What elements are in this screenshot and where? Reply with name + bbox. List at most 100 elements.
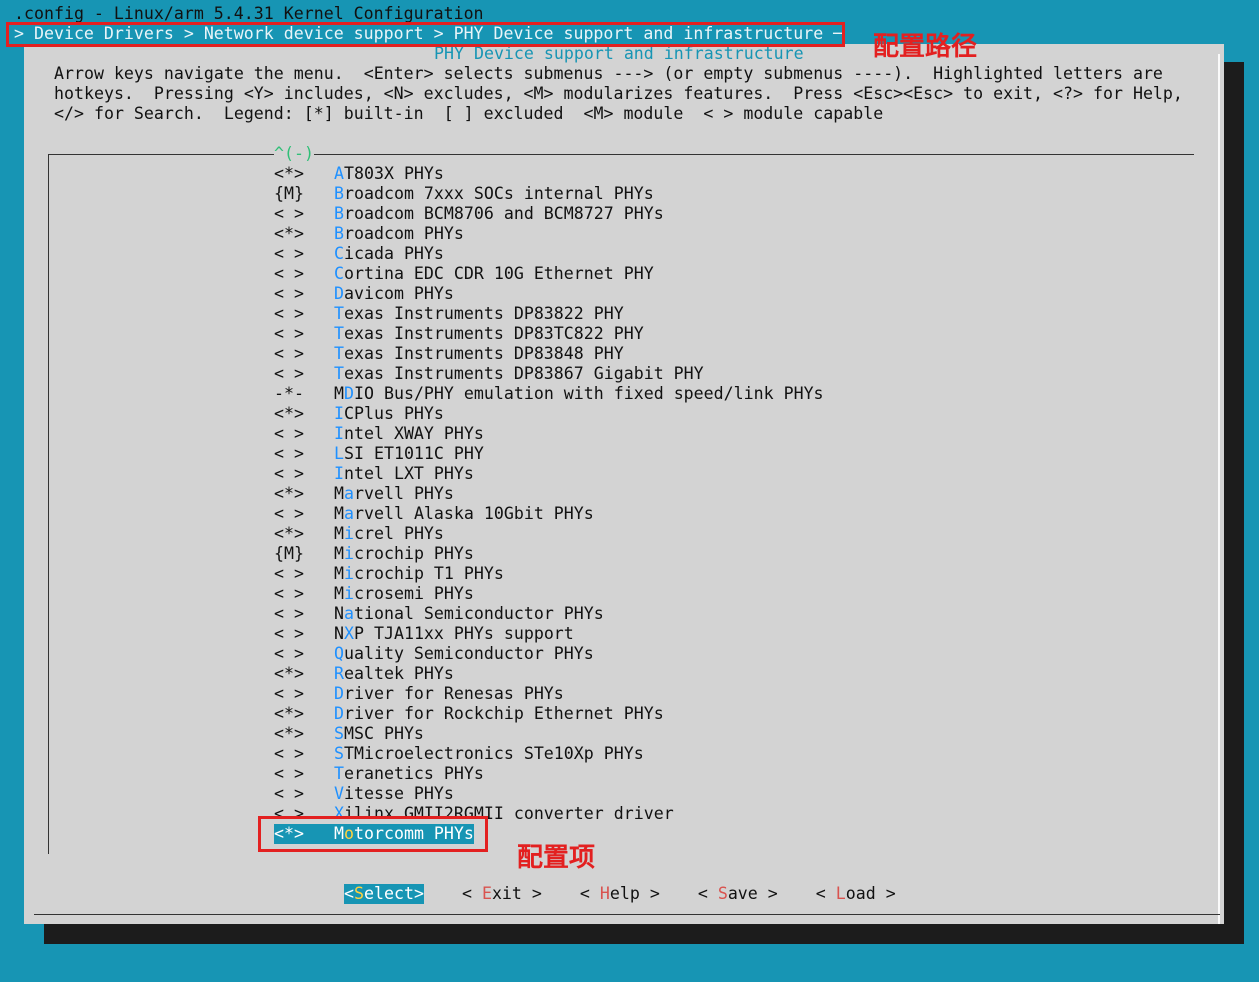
menu-item-hotkey: T bbox=[334, 344, 344, 363]
menu-item-state[interactable]: < > bbox=[274, 784, 334, 804]
menu-item[interactable]: <*> AT803X PHYs bbox=[274, 164, 444, 184]
menu-item-label-rest: itesse PHYs bbox=[344, 784, 454, 803]
menu-item-state[interactable]: <*> bbox=[274, 824, 334, 844]
menu-item-state[interactable]: < > bbox=[274, 624, 334, 644]
menu-item-label-prefix: N bbox=[334, 624, 344, 643]
menu-item-hotkey: B bbox=[334, 224, 344, 243]
menu-item-state[interactable]: < > bbox=[274, 564, 334, 584]
menu-item-label: Broadcom 7xxx SOCs internal PHYs bbox=[334, 184, 654, 203]
menu-item-label: NXP TJA11xx PHYs support bbox=[334, 624, 574, 643]
menu-item[interactable]: < > Microsemi PHYs bbox=[274, 584, 474, 604]
menu-item-hotkey: i bbox=[344, 584, 354, 603]
menu-item-state[interactable]: < > bbox=[274, 264, 334, 284]
menu-item[interactable]: < > Broadcom BCM8706 and BCM8727 PHYs bbox=[274, 204, 664, 224]
menu-item[interactable]: < > Intel XWAY PHYs bbox=[274, 424, 484, 444]
menu-item-label: STMicroelectronics STe10Xp PHYs bbox=[334, 744, 644, 763]
save-button[interactable]: < Save > bbox=[698, 884, 778, 904]
exit-button[interactable]: < Exit > bbox=[462, 884, 542, 904]
menu-item[interactable]: < > NXP TJA11xx PHYs support bbox=[274, 624, 574, 644]
scroll-up-indicator[interactable]: ^(-) bbox=[274, 144, 314, 164]
menu-item[interactable]: < > STMicroelectronics STe10Xp PHYs bbox=[274, 744, 644, 764]
menu-item-state[interactable]: < > bbox=[274, 284, 334, 304]
button-hotkey: L bbox=[835, 884, 846, 903]
menu-item[interactable]: {M} Broadcom 7xxx SOCs internal PHYs bbox=[274, 184, 654, 204]
menu-item-state[interactable]: <*> bbox=[274, 704, 334, 724]
menu-item-hotkey: o bbox=[344, 824, 354, 843]
menu-item[interactable]: <*> Driver for Rockchip Ethernet PHYs bbox=[274, 704, 664, 724]
menu-item-state[interactable]: < > bbox=[274, 324, 334, 344]
menu-item-state[interactable]: < > bbox=[274, 584, 334, 604]
menu-item-state[interactable]: < > bbox=[274, 504, 334, 524]
menu-item-state[interactable]: < > bbox=[274, 644, 334, 664]
menu-item[interactable]: < > Davicom PHYs bbox=[274, 284, 454, 304]
menu-item[interactable]: < > Vitesse PHYs bbox=[274, 784, 454, 804]
menu-item-label-rest: roadcom PHYs bbox=[344, 224, 464, 243]
menu-item-state[interactable]: < > bbox=[274, 304, 334, 324]
menu-item-label-rest: ilinx GMII2RGMII converter driver bbox=[344, 804, 674, 823]
menu-item-label-rest: roadcom 7xxx SOCs internal PHYs bbox=[344, 184, 654, 203]
menu-item[interactable]: < > Texas Instruments DP83822 PHY bbox=[274, 304, 624, 324]
menu-item-state[interactable]: < > bbox=[274, 244, 334, 264]
help-button[interactable]: < Help > bbox=[580, 884, 660, 904]
menu-item-state[interactable]: {M} bbox=[274, 184, 334, 204]
menu-item-label: Davicom PHYs bbox=[334, 284, 454, 303]
menu-item-hotkey: C bbox=[334, 244, 344, 263]
menu-item-state[interactable]: <*> bbox=[274, 524, 334, 544]
menu-item[interactable]: < > Driver for Renesas PHYs bbox=[274, 684, 564, 704]
menu-item[interactable]: < > Texas Instruments DP83867 Gigabit PHY bbox=[274, 364, 704, 384]
menu-item-state[interactable]: <*> bbox=[274, 164, 334, 184]
menu-item-label-prefix: M bbox=[334, 824, 344, 843]
menu-item[interactable]: <*> Broadcom PHYs bbox=[274, 224, 464, 244]
menu-item-state[interactable]: < > bbox=[274, 684, 334, 704]
menu-item[interactable]: <*> Micrel PHYs bbox=[274, 524, 444, 544]
menu-item-selected[interactable]: <*> Motorcomm PHYs bbox=[274, 824, 474, 844]
menu-item[interactable]: <*> Realtek PHYs bbox=[274, 664, 454, 684]
menu-item[interactable]: < > Cicada PHYs bbox=[274, 244, 444, 264]
menu-item-hotkey: Q bbox=[334, 644, 344, 663]
menu-item-state[interactable]: < > bbox=[274, 204, 334, 224]
menu-item[interactable]: <*> ICPlus PHYs bbox=[274, 404, 444, 424]
menu-item[interactable]: {M} Microchip PHYs bbox=[274, 544, 474, 564]
menu-item-label: Intel LXT PHYs bbox=[334, 464, 474, 483]
menu-item-label-rest: exas Instruments DP83TC822 PHY bbox=[344, 324, 644, 343]
menu-item[interactable]: < > National Semiconductor PHYs bbox=[274, 604, 604, 624]
menu-item-state[interactable]: < > bbox=[274, 604, 334, 624]
menu-item-label: Teranetics PHYs bbox=[334, 764, 484, 783]
menu-item[interactable]: < > LSI ET1011C PHY bbox=[274, 444, 484, 464]
menu-item-state[interactable]: <*> bbox=[274, 484, 334, 504]
menu-item-state[interactable]: < > bbox=[274, 464, 334, 484]
menu-item-label-rest: crochip T1 PHYs bbox=[354, 564, 504, 583]
menu-item-state[interactable]: < > bbox=[274, 364, 334, 384]
menu-item-state[interactable]: <*> bbox=[274, 224, 334, 244]
menu-item-label: SMSC PHYs bbox=[334, 724, 424, 743]
menu-item-label: MDIO Bus/PHY emulation with fixed speed/… bbox=[334, 384, 824, 403]
menu-item-state[interactable]: < > bbox=[274, 444, 334, 464]
menu-item[interactable]: -*- MDIO Bus/PHY emulation with fixed spe… bbox=[274, 384, 824, 404]
menu-item-state[interactable]: -*- bbox=[274, 384, 334, 404]
menu-item-hotkey: a bbox=[344, 604, 354, 623]
menu-item-state[interactable]: < > bbox=[274, 764, 334, 784]
menu-item[interactable]: < > Texas Instruments DP83848 PHY bbox=[274, 344, 624, 364]
menu-item[interactable]: < > Marvell Alaska 10Gbit PHYs bbox=[274, 504, 594, 524]
menu-item-label: Microchip PHYs bbox=[334, 544, 474, 563]
menu-item[interactable]: < > Texas Instruments DP83TC822 PHY bbox=[274, 324, 644, 344]
menu-item-state[interactable]: <*> bbox=[274, 724, 334, 744]
select-button[interactable]: <Select> bbox=[344, 884, 424, 904]
menu-item[interactable]: < > Xilinx GMII2RGMII converter driver bbox=[274, 804, 674, 824]
menu-item[interactable]: <*> SMSC PHYs bbox=[274, 724, 424, 744]
button-bracket: < bbox=[579, 884, 600, 903]
menu-item[interactable]: < > Intel LXT PHYs bbox=[274, 464, 474, 484]
menu-item[interactable]: < > Cortina EDC CDR 10G Ethernet PHY bbox=[274, 264, 654, 284]
menu-item[interactable]: < > Quality Semiconductor PHYs bbox=[274, 644, 594, 664]
load-button[interactable]: < Load > bbox=[816, 884, 896, 904]
menu-item-state[interactable]: < > bbox=[274, 344, 334, 364]
menu-item[interactable]: < > Teranetics PHYs bbox=[274, 764, 484, 784]
menu-item[interactable]: <*> Marvell PHYs bbox=[274, 484, 454, 504]
menu-item-state[interactable]: < > bbox=[274, 804, 334, 824]
menu-item-state[interactable]: <*> bbox=[274, 404, 334, 424]
menu-item-state[interactable]: {M} bbox=[274, 544, 334, 564]
menu-item-state[interactable]: <*> bbox=[274, 664, 334, 684]
menu-item-state[interactable]: < > bbox=[274, 424, 334, 444]
menu-item-state[interactable]: < > bbox=[274, 744, 334, 764]
menu-item[interactable]: < > Microchip T1 PHYs bbox=[274, 564, 504, 584]
